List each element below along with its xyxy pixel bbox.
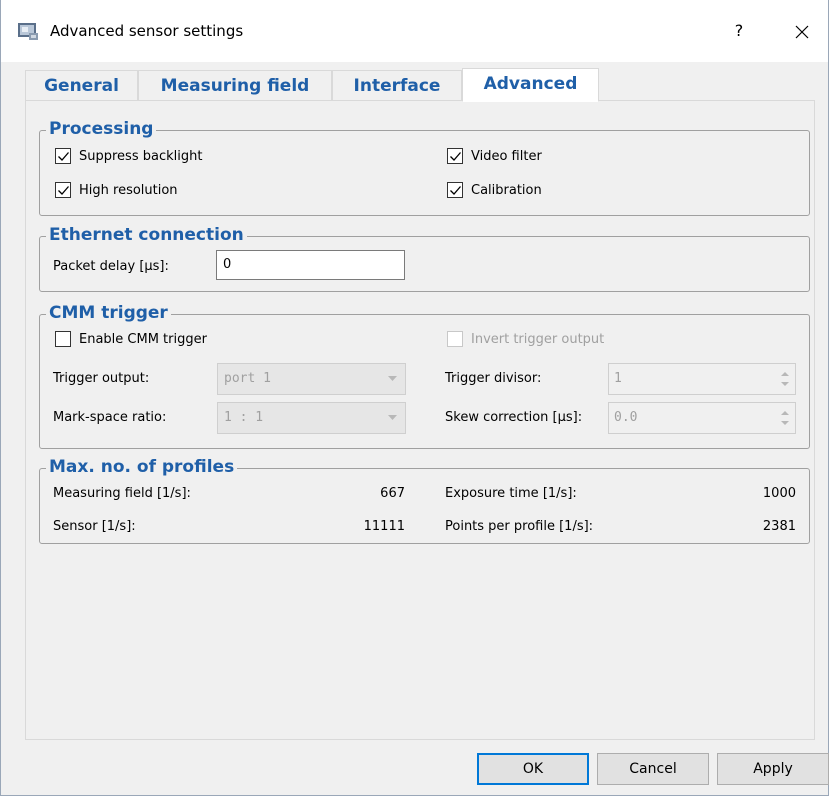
ethernet-group: Ethernet connection Packet delay [µs]: 0 [39, 225, 810, 292]
suppress-backlight-checkbox[interactable]: Suppress backlight [55, 148, 202, 164]
high-resolution-checkbox[interactable]: High resolution [55, 182, 178, 198]
cmm-trigger-title: CMM trigger [46, 303, 171, 323]
close-icon [795, 25, 809, 39]
invert-trigger-output-checkbox[interactable]: Invert trigger output [447, 331, 604, 347]
help-button[interactable]: ? [727, 19, 751, 43]
checkbox-box [447, 182, 463, 198]
high-resolution-label: High resolution [79, 182, 178, 198]
spin-arrows-icon [781, 411, 789, 425]
checkbox-box [55, 182, 71, 198]
skew-correction-value: 0.0 [614, 410, 638, 425]
calibration-label: Calibration [471, 182, 542, 198]
processing-title: Processing [46, 119, 157, 139]
tab-interface[interactable]: Interface [332, 70, 462, 101]
enable-cmm-trigger-checkbox[interactable]: Enable CMM trigger [55, 331, 207, 347]
measuring-field-value: 667 [380, 486, 405, 501]
packet-delay-label: Packet delay [µs]: [53, 259, 169, 274]
advanced-tab-panel: Processing Suppress backlight High resol… [25, 100, 815, 740]
tab-general[interactable]: General [25, 70, 138, 101]
processing-group: Processing Suppress backlight High resol… [39, 119, 810, 216]
trigger-divisor-label: Trigger divisor: [445, 371, 542, 386]
cmm-trigger-group: CMM trigger Enable CMM trigger Invert tr… [39, 303, 810, 449]
checkbox-box [55, 331, 71, 347]
checkmark-icon [450, 186, 461, 195]
sensor-app-icon [17, 21, 39, 41]
mark-space-ratio-label: Mark-space ratio: [53, 410, 167, 425]
skew-correction-label: Skew correction [µs]: [445, 410, 583, 425]
points-per-profile-value: 2381 [762, 519, 796, 534]
close-button[interactable] [788, 18, 816, 46]
tab-measuring-field[interactable]: Measuring field [138, 70, 332, 101]
window-title: Advanced sensor settings [50, 22, 244, 40]
ok-button[interactable]: OK [477, 753, 589, 785]
invert-trigger-output-label: Invert trigger output [471, 331, 605, 347]
chevron-down-icon [388, 376, 397, 381]
trigger-output-select[interactable]: port 1 [217, 363, 406, 395]
sensor-rate-label: Sensor [1/s]: [53, 519, 136, 534]
suppress-backlight-label: Suppress backlight [79, 148, 203, 164]
checkmark-icon [58, 152, 69, 161]
max-profiles-title: Max. no. of profiles [46, 457, 238, 477]
enable-cmm-trigger-label: Enable CMM trigger [79, 331, 207, 347]
title-bar: Advanced sensor settings ? [1, 0, 828, 62]
measuring-field-label: Measuring field [1/s]: [53, 486, 191, 501]
checkbox-box [447, 148, 463, 164]
checkbox-box [447, 331, 463, 347]
checkbox-box [55, 148, 71, 164]
calibration-checkbox[interactable]: Calibration [447, 182, 542, 198]
dialog-window: Advanced sensor settings ? General Measu… [0, 0, 829, 796]
trigger-divisor-value: 1 [614, 371, 622, 386]
sensor-rate-value: 11111 [363, 519, 405, 534]
video-filter-label: Video filter [471, 148, 542, 164]
max-profiles-group: Max. no. of profiles Measuring field [1/… [39, 457, 810, 544]
packet-delay-input[interactable]: 0 [216, 250, 405, 280]
trigger-divisor-spinbox[interactable]: 1 [608, 363, 796, 395]
exposure-time-value: 1000 [762, 486, 796, 501]
checkmark-icon [450, 152, 461, 161]
tab-advanced[interactable]: Advanced [462, 68, 599, 102]
mark-space-ratio-select[interactable]: 1 : 1 [217, 402, 406, 434]
chevron-down-icon [388, 415, 397, 420]
spin-arrows-icon [781, 372, 789, 386]
trigger-output-label: Trigger output: [53, 371, 150, 386]
cancel-button[interactable]: Cancel [597, 753, 709, 785]
checkmark-icon [58, 186, 69, 195]
tab-bar: General Measuring field Interface Advanc… [25, 68, 815, 102]
apply-button[interactable]: Apply [717, 753, 829, 785]
mark-space-ratio-value: 1 : 1 [224, 410, 264, 425]
trigger-output-value: port 1 [224, 371, 271, 386]
video-filter-checkbox[interactable]: Video filter [447, 148, 542, 164]
exposure-time-label: Exposure time [1/s]: [445, 486, 577, 501]
points-per-profile-label: Points per profile [1/s]: [445, 519, 594, 534]
skew-correction-spinbox[interactable]: 0.0 [608, 402, 796, 434]
ethernet-title: Ethernet connection [46, 225, 247, 245]
